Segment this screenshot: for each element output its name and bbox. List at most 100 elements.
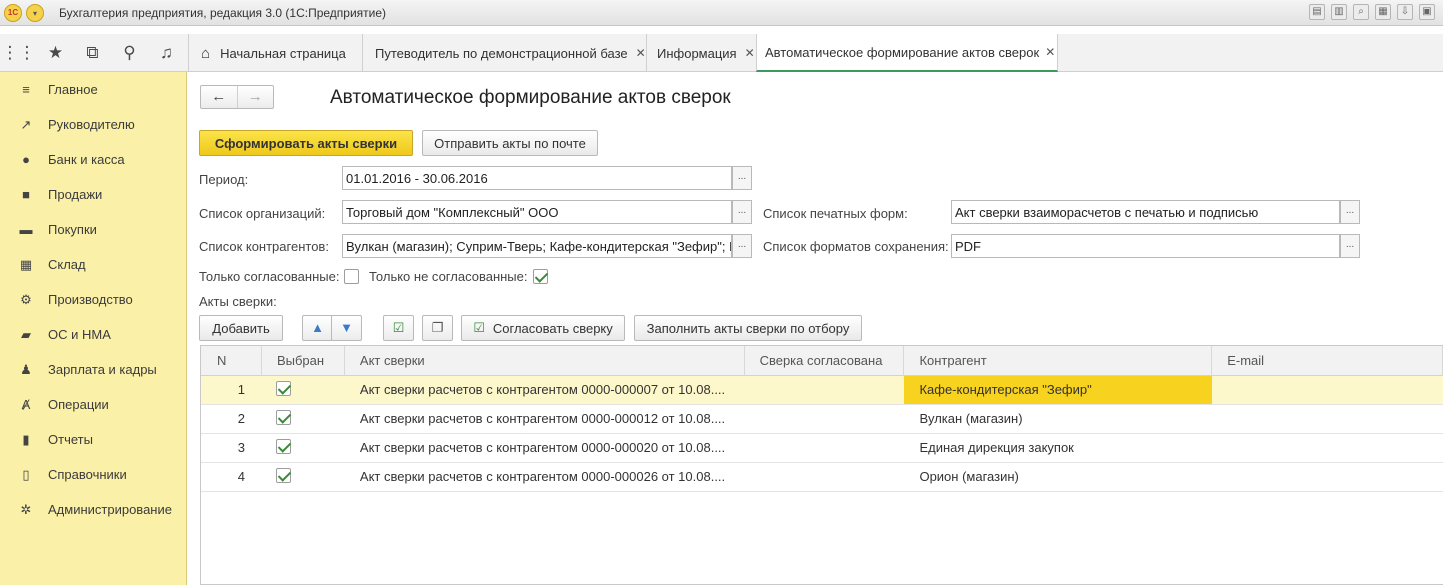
sidebar-item-sales[interactable]: ■ Продажи xyxy=(0,177,186,212)
star-icon[interactable]: ★ xyxy=(37,34,74,72)
back-arrow-icon[interactable]: ← xyxy=(201,86,237,108)
save-formats-field[interactable]: PDF xyxy=(951,234,1340,258)
row-agreed xyxy=(745,376,905,404)
preview-icon[interactable]: ⌕ xyxy=(1353,4,1369,20)
row-selected-cell xyxy=(262,376,345,404)
sidebar-item-label: Главное xyxy=(48,82,98,97)
row-contractor: Вулкан (магазин) xyxy=(919,411,1023,426)
table-row[interactable]: 4 Акт сверки расчетов с контрагентом 000… xyxy=(201,463,1443,492)
sidebar-item-label: Администрирование xyxy=(48,502,172,517)
send-by-mail-button[interactable]: Отправить акты по почте xyxy=(422,130,598,156)
main-menu-button[interactable]: ▾ xyxy=(26,4,44,22)
navigation-bar: ⋮⋮ ★ ⧉ ⚲ ♫ ⌂ Начальная страница Путеводи… xyxy=(0,34,1443,72)
row-selected-checkbox[interactable] xyxy=(275,468,291,483)
contractors-field[interactable]: Вулкан (магазин); Суприм-Тверь; Кафе-кон… xyxy=(342,234,732,258)
close-icon[interactable]: ✕ xyxy=(1045,45,1055,59)
row-email xyxy=(1212,463,1443,491)
table-row[interactable]: 1 Акт сверки расчетов с контрагентом 000… xyxy=(201,376,1443,405)
contractors-pick-button[interactable]: ... xyxy=(732,234,752,258)
save-icon[interactable]: ▤ xyxy=(1309,4,1325,20)
add-button[interactable]: Добавить xyxy=(199,315,283,341)
print-icon[interactable]: ▥ xyxy=(1331,4,1347,20)
column-header-email[interactable]: E-mail xyxy=(1212,346,1443,376)
apps-grid-icon[interactable]: ⋮⋮ xyxy=(0,34,37,72)
column-header-contractor[interactable]: Контрагент xyxy=(904,346,1213,376)
sidebar-item-label: Склад xyxy=(48,257,86,272)
sidebar-item-purchases[interactable]: ▬ Покупки xyxy=(0,212,186,247)
bell-icon[interactable]: ♫ xyxy=(148,34,185,72)
tab-label: Автоматическое формирование актов сверок xyxy=(765,44,1040,60)
download-icon[interactable]: ⇩ xyxy=(1397,4,1413,20)
row-email xyxy=(1212,405,1443,433)
sidebar-item-label: Продажи xyxy=(48,187,103,202)
period-pick-button[interactable]: ... xyxy=(732,166,752,190)
history-icon[interactable]: ⧉ xyxy=(74,34,111,72)
sidebar-item-assets[interactable]: ▰ ОС и НМА xyxy=(0,317,186,352)
sidebar-item-salary[interactable]: ♟ Зарплата и кадры xyxy=(0,352,186,387)
column-header-n[interactable]: N xyxy=(201,346,262,376)
close-icon[interactable]: ✕ xyxy=(745,46,755,60)
only-agreed-label: Только согласованные: xyxy=(199,269,340,284)
history-nav: ← → xyxy=(200,85,274,109)
form-area: ← → Автоматическое формирование актов св… xyxy=(188,72,1443,585)
row-contractor: Орион (магазин) xyxy=(919,469,1019,484)
check-all-icon[interactable]: ☑ xyxy=(383,315,414,341)
move-up-icon[interactable]: ▲ xyxy=(302,315,333,341)
bag-icon: ■ xyxy=(22,187,30,202)
row-agreed xyxy=(745,405,905,433)
sidebar-item-reports[interactable]: ▮ Отчеты xyxy=(0,422,186,457)
save-formats-label: Список форматов сохранения: xyxy=(763,239,949,254)
row-number: 1 xyxy=(237,382,245,397)
row-selected-cell xyxy=(262,405,345,433)
column-header-selected[interactable]: Выбран xyxy=(262,346,345,376)
sidebar-item-warehouse[interactable]: ▦ Склад xyxy=(0,247,186,282)
row-agreed xyxy=(745,463,905,491)
row-selected-checkbox[interactable] xyxy=(275,410,291,425)
generate-acts-button[interactable]: Сформировать акты сверки xyxy=(199,130,413,156)
sidebar-item-production[interactable]: ⚙ Производство xyxy=(0,282,186,317)
uncheck-all-icon[interactable]: ❐ xyxy=(422,315,453,341)
print-forms-pick-button[interactable]: ... xyxy=(1340,200,1360,224)
table-row[interactable]: 2 Акт сверки расчетов с контрагентом 000… xyxy=(201,405,1443,434)
tab-home[interactable]: ⌂ Начальная страница xyxy=(188,34,362,72)
close-icon[interactable]: ✕ xyxy=(636,46,646,60)
forward-arrow-icon[interactable]: → xyxy=(236,86,274,108)
search-icon[interactable]: ⚲ xyxy=(111,34,148,72)
column-header-agreed[interactable]: Сверка согласована xyxy=(745,346,905,376)
row-selected-checkbox[interactable] xyxy=(275,381,291,396)
tab-info[interactable]: Информация ✕ xyxy=(646,34,756,72)
sidebar-item-operations[interactable]: Ⱥ Операции xyxy=(0,387,186,422)
move-down-icon[interactable]: ▼ xyxy=(331,315,362,341)
row-contractor[interactable]: Кафе-кондитерская "Зефир" xyxy=(904,376,1213,404)
sidebar-item-admin[interactable]: ✲ Администрирование xyxy=(0,492,186,527)
only-not-agreed-checkbox[interactable] xyxy=(533,269,548,284)
window-titlebar: 1С ▾ Бухгалтерия предприятия, редакция 3… xyxy=(0,0,1443,26)
print-forms-field[interactable]: Акт сверки взаиморасчетов с печатью и по… xyxy=(951,200,1340,224)
factory-icon: ⚙ xyxy=(20,291,32,307)
tab-auto-acts[interactable]: Автоматическое формирование актов сверок… xyxy=(756,34,1058,72)
orgs-pick-button[interactable]: ... xyxy=(732,200,752,224)
period-label: Период: xyxy=(199,172,249,187)
save-formats-pick-button[interactable]: ... xyxy=(1340,234,1360,258)
sidebar-item-main[interactable]: ≡ Главное xyxy=(0,72,186,107)
agree-icon: ☑ xyxy=(473,320,485,335)
sidebar-item-manager[interactable]: ↗ Руководителю xyxy=(0,107,186,142)
table-row[interactable]: 3 Акт сверки расчетов с контрагентом 000… xyxy=(201,434,1443,463)
calendar-icon[interactable]: ▦ xyxy=(1375,4,1391,20)
sidebar-item-label: ОС и НМА xyxy=(48,327,111,342)
tab-guide[interactable]: Путеводитель по демонстрационной базе ✕ xyxy=(362,34,646,72)
calculator-icon[interactable]: ▣ xyxy=(1419,4,1435,20)
only-agreed-checkbox[interactable] xyxy=(344,269,359,284)
orgs-field[interactable]: Торговый дом "Комплексный" ООО xyxy=(342,200,732,224)
row-selected-checkbox[interactable] xyxy=(275,439,291,454)
period-field[interactable]: 01.01.2016 - 30.06.2016 xyxy=(342,166,732,190)
row-email xyxy=(1212,376,1443,404)
agree-reconciliation-button[interactable]: ☑ Согласовать сверку xyxy=(461,315,625,341)
column-header-act[interactable]: Акт сверки xyxy=(345,346,745,376)
fill-by-filter-button[interactable]: Заполнить акты сверки по отбору xyxy=(634,315,862,341)
sidebar-item-catalogs[interactable]: ▯ Справочники xyxy=(0,457,186,492)
app-logo: 1С xyxy=(4,4,22,22)
tab-strip: ⌂ Начальная страница Путеводитель по дем… xyxy=(188,34,1058,72)
window-title: Бухгалтерия предприятия, редакция 3.0 (1… xyxy=(59,6,387,20)
sidebar-item-bank[interactable]: ● Банк и касса xyxy=(0,142,186,177)
